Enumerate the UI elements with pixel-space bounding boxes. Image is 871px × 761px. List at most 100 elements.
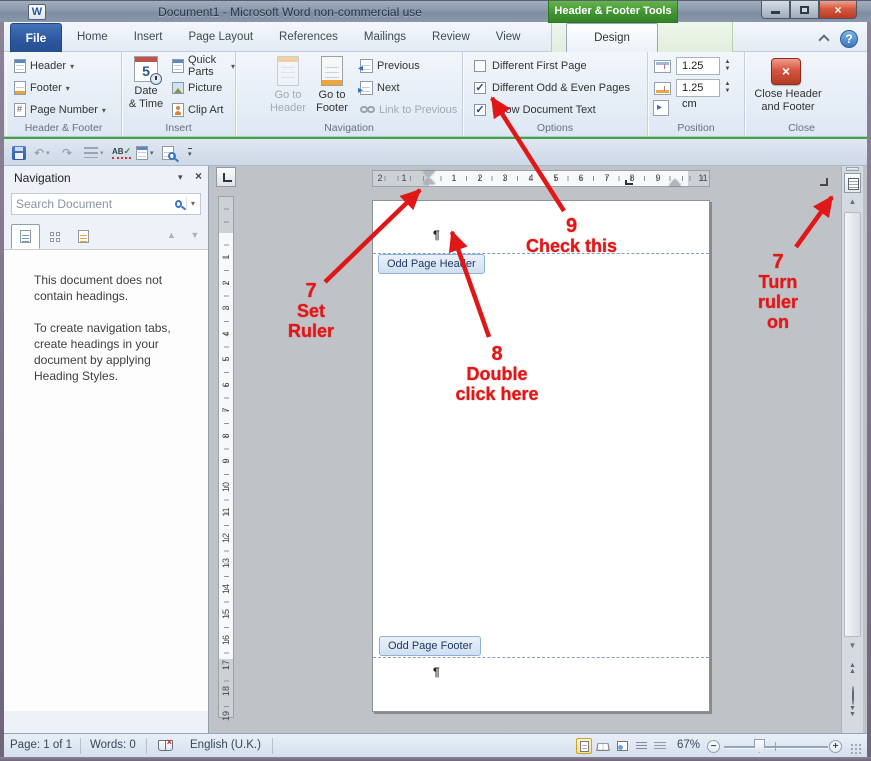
margin-corner-mark — [820, 178, 828, 186]
print-preview-button[interactable] — [162, 144, 176, 161]
footer-from-bottom-field[interactable]: 1.25 cm — [676, 79, 720, 97]
document-page[interactable]: ¶ Odd Page Header Odd Page Footer ¶ — [372, 200, 710, 712]
footer-button[interactable]: Footer ▾ — [14, 80, 70, 96]
search-options-icon[interactable]: ▾ — [186, 197, 200, 211]
search-input[interactable] — [12, 197, 175, 211]
language-indicator[interactable]: English (U.K.) — [190, 739, 261, 751]
navigation-pane-close-icon[interactable]: × — [195, 169, 202, 183]
draft-view-button[interactable] — [652, 738, 668, 754]
ribbon-tab[interactable]: Mailings — [351, 23, 419, 52]
outline-view-button[interactable] — [633, 738, 649, 754]
zoom-slider-track[interactable] — [724, 746, 828, 748]
tab-browse-headings[interactable] — [11, 224, 40, 249]
zoom-slider-tick — [775, 742, 776, 751]
resize-grip[interactable] — [850, 743, 862, 755]
ribbon-tab[interactable]: Insert — [121, 23, 176, 52]
help-button[interactable]: ? — [840, 30, 858, 48]
new-document-button[interactable]: ▾ — [136, 144, 154, 161]
ruler-number: 12 — [221, 533, 231, 543]
zoom-out-button[interactable]: − — [707, 740, 720, 753]
titlebar[interactable]: W Document1 - Microsoft Word non-commerc… — [0, 0, 871, 22]
search-box[interactable]: ▾ — [11, 193, 201, 215]
horizontal-ruler[interactable]: 2112345678911 — [372, 170, 710, 187]
go-to-footer-icon — [321, 56, 343, 86]
save-button[interactable] — [12, 144, 26, 161]
vertical-ruler[interactable]: 12345678910111213141516171819 — [218, 196, 234, 718]
scrollbar-thumb[interactable] — [845, 213, 860, 636]
ribbon-tab[interactable]: Home — [64, 23, 121, 52]
option-row[interactable]: Different First Page — [474, 59, 587, 73]
maximize-button[interactable] — [790, 1, 819, 19]
group-label: Options — [463, 122, 647, 134]
clip-art-button[interactable]: Clip Art — [172, 102, 223, 118]
footer-from-bottom-spinner[interactable]: ▲▼ — [722, 79, 733, 97]
page-indicator[interactable]: Page: 1 of 1 — [10, 739, 72, 751]
tab-design-active[interactable]: Design — [566, 23, 658, 53]
split-window-handle[interactable] — [846, 167, 859, 171]
minimize-ribbon-icon[interactable] — [820, 36, 828, 44]
checkbox[interactable]: ✓ — [474, 82, 486, 94]
minimize-button[interactable] — [761, 1, 790, 19]
search-icon[interactable] — [175, 200, 182, 208]
tab-browse-results[interactable] — [69, 224, 98, 249]
customize-qat-button[interactable]: ▾ — [188, 144, 192, 161]
full-screen-reading-button[interactable] — [595, 738, 611, 754]
option-row[interactable]: ✓Show Document Text — [474, 103, 596, 117]
quick-parts-button[interactable]: Quick Parts ▾ — [172, 58, 235, 74]
previous-button[interactable]: ◂ Previous — [360, 58, 420, 74]
paragraph-tool-button[interactable]: ▾ — [84, 144, 104, 161]
picture-button[interactable]: Picture — [172, 80, 222, 96]
tab-stop-selector[interactable] — [216, 167, 236, 187]
scroll-down-icon[interactable]: ▼ — [842, 641, 863, 650]
ribbon-tab[interactable]: View — [483, 23, 534, 52]
undo-button[interactable]: ↶▾ — [34, 144, 50, 161]
tab-file[interactable]: File — [10, 23, 62, 52]
center-tab-stop-icon[interactable] — [625, 180, 633, 185]
ribbon-tab[interactable]: Page Layout — [175, 23, 266, 52]
option-row[interactable]: ✓Different Odd & Even Pages — [474, 81, 630, 95]
spelling-grammar-button[interactable]: AB✓ — [112, 144, 131, 161]
close-x-icon: × — [782, 63, 790, 79]
tab-browse-pages[interactable] — [40, 224, 69, 249]
navigation-pane-menu-icon[interactable]: ▾ — [178, 172, 183, 183]
hanging-indent-icon[interactable] — [423, 178, 435, 184]
close-header-footer-button[interactable]: × — [771, 58, 801, 85]
scroll-up-icon[interactable]: ▲ — [842, 197, 863, 206]
word-count[interactable]: Words: 0 — [90, 739, 136, 751]
ribbon-tab[interactable]: References — [266, 23, 351, 52]
scrollbar-track[interactable] — [844, 212, 861, 637]
zoom-in-button[interactable]: + — [829, 740, 842, 753]
header-button[interactable]: Header ▾ — [14, 58, 74, 74]
zoom-slider-handle[interactable] — [754, 739, 765, 753]
page-number-button[interactable]: Page Number ▾ — [14, 102, 106, 118]
ruler-number: 9 — [221, 456, 231, 466]
next-page-button[interactable]: ▼▼ — [842, 706, 863, 718]
insert-alignment-tab-button[interactable] — [653, 100, 669, 116]
date-time-button[interactable]: 5 Date & Time — [124, 56, 168, 111]
select-browse-object-button[interactable] — [842, 687, 863, 705]
result-navigation-arrows[interactable]: ▲ ▼ — [167, 230, 205, 240]
ribbon-tab[interactable]: Review — [419, 23, 483, 52]
header-from-top-spinner[interactable]: ▲▼ — [722, 57, 733, 75]
indent-marker[interactable] — [422, 171, 436, 186]
print-layout-view-button[interactable] — [576, 738, 592, 754]
status-bar: Page: 1 of 1 Words: 0 English (U.K.) 67%… — [0, 733, 871, 757]
proofing-status-icon[interactable] — [158, 740, 173, 751]
vertical-scrollbar[interactable]: ▲ ▼ ▲▲ ▼▼ — [841, 166, 863, 733]
previous-page-button[interactable]: ▲▲ — [842, 663, 863, 675]
view-ruler-toggle-button[interactable] — [844, 173, 861, 193]
zoom-level[interactable]: 67% — [677, 739, 700, 751]
pages-grid-icon — [50, 232, 60, 242]
group-label: Insert — [122, 122, 235, 134]
close-button[interactable]: × — [819, 1, 857, 19]
header-from-top-field[interactable]: 1.25 cm — [676, 57, 720, 75]
first-line-indent-icon[interactable] — [423, 171, 435, 177]
next-button[interactable]: ▸ Next — [360, 80, 400, 96]
go-to-footer-button[interactable]: Go to Footer — [310, 56, 354, 115]
checkbox[interactable] — [474, 60, 486, 72]
right-indent-icon[interactable] — [669, 179, 681, 186]
redo-button[interactable]: ↷ — [62, 144, 72, 161]
window-title: Document1 - Microsoft Word non-commercia… — [120, 5, 460, 19]
checkbox[interactable]: ✓ — [474, 104, 486, 116]
web-layout-button[interactable] — [614, 738, 630, 754]
